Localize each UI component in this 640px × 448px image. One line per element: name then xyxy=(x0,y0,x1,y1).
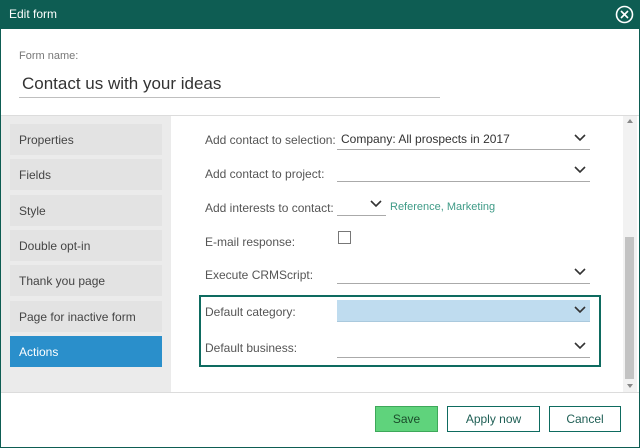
sidebar-item-fields[interactable]: Fields xyxy=(10,159,162,190)
apply-now-button[interactable]: Apply now xyxy=(447,406,540,432)
cancel-button[interactable]: Cancel xyxy=(549,406,621,432)
email-response-label: E-mail response: xyxy=(205,235,296,249)
default-business-label: Default business: xyxy=(205,341,298,355)
form-name-input[interactable] xyxy=(19,70,440,98)
interests-list[interactable]: Reference, Marketing xyxy=(390,201,495,213)
chevron-down-icon xyxy=(574,268,586,276)
add-contact-project-select[interactable] xyxy=(337,160,590,182)
sidebar-item-style[interactable]: Style xyxy=(10,195,162,226)
sidebar-item-thank-you-page[interactable]: Thank you page xyxy=(10,265,162,296)
scrollbar-thumb[interactable] xyxy=(625,237,634,379)
save-button[interactable]: Save xyxy=(375,406,438,432)
sidebar: Properties Fields Style Double opt-in Th… xyxy=(1,116,171,392)
scroll-down-icon[interactable] xyxy=(627,384,633,388)
execute-crmscript-label: Execute CRMScript: xyxy=(205,268,314,282)
add-interests-label: Add interests to contact: xyxy=(205,201,334,215)
chevron-down-icon xyxy=(574,342,586,350)
title-bar: Edit form xyxy=(0,0,640,29)
divider xyxy=(1,392,639,393)
scroll-up-icon[interactable] xyxy=(627,119,633,123)
add-contact-selection-label: Add contact to selection: xyxy=(205,133,336,147)
sidebar-item-actions[interactable]: Actions xyxy=(10,336,162,367)
sidebar-item-double-opt-in[interactable]: Double opt-in xyxy=(10,230,162,261)
form-name-label: Form name: xyxy=(19,50,79,62)
add-contact-selection-select[interactable]: Company: All prospects in 2017 xyxy=(337,128,590,150)
add-interests-select[interactable] xyxy=(337,194,386,216)
chevron-down-icon xyxy=(574,166,586,174)
chevron-down-icon xyxy=(574,306,586,314)
chevron-down-icon xyxy=(574,134,586,142)
window-title: Edit form xyxy=(9,7,58,21)
content-scrollbar[interactable] xyxy=(623,116,637,392)
sidebar-item-inactive-form-page[interactable]: Page for inactive form xyxy=(10,301,162,332)
add-contact-project-label: Add contact to project: xyxy=(205,167,325,181)
close-icon[interactable] xyxy=(615,5,634,24)
chevron-down-icon xyxy=(370,200,382,208)
sidebar-item-properties[interactable]: Properties xyxy=(10,124,162,155)
default-business-select[interactable] xyxy=(337,336,590,358)
execute-crmscript-select[interactable] xyxy=(337,262,590,284)
email-response-checkbox[interactable] xyxy=(338,231,351,244)
default-category-select[interactable] xyxy=(337,300,590,322)
default-category-label: Default category: xyxy=(205,305,296,319)
add-contact-selection-value: Company: All prospects in 2017 xyxy=(341,132,510,146)
